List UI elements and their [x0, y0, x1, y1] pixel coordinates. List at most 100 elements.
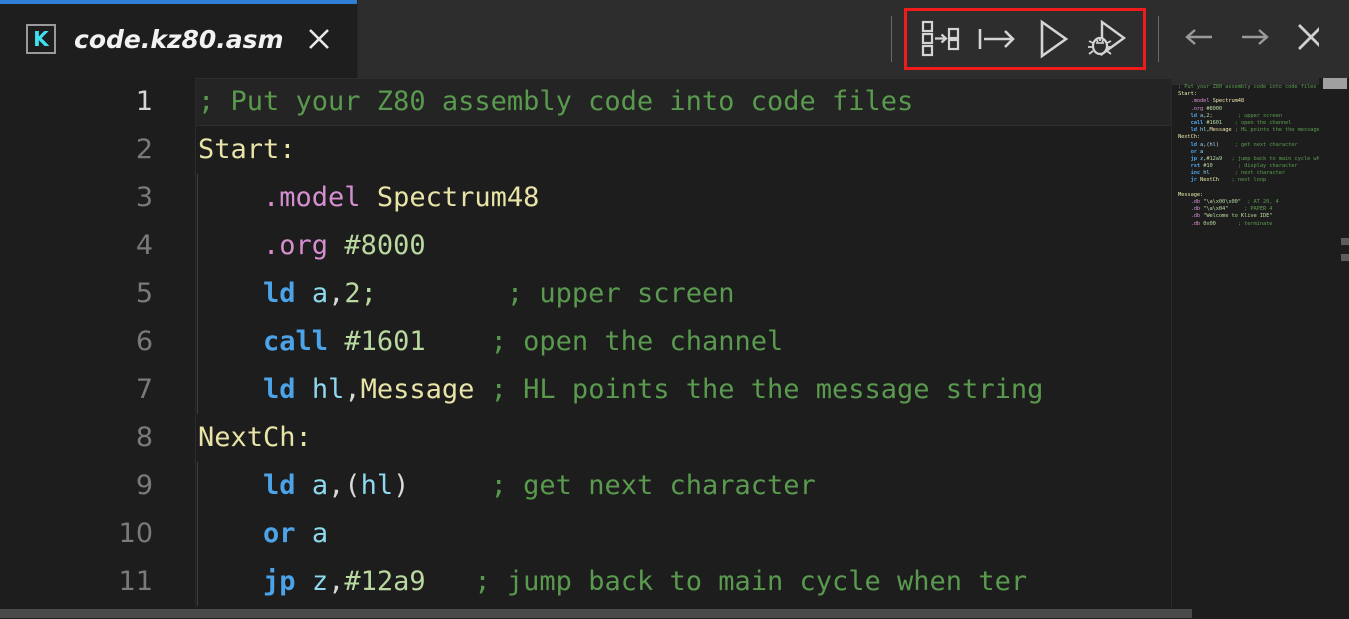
- minimap-token: ; next loop: [1231, 177, 1267, 184]
- minimap-line: jp z,#12a9 ; jump back to main cycle whe…: [1178, 156, 1319, 163]
- minimap-token: ; open the channel: [1234, 119, 1292, 126]
- minimap[interactable]: ; Put your Z80 assembly code into code f…: [1171, 78, 1319, 619]
- minimap-token: ; next character: [1234, 170, 1285, 177]
- vertical-scrollbar[interactable]: [1319, 78, 1349, 619]
- code-token: ; jump back to main cycle when ter: [474, 566, 1028, 597]
- arrow-left-icon: [1181, 23, 1217, 55]
- code-token: ,(: [328, 470, 361, 501]
- minimap-token: Message:: [1178, 191, 1204, 198]
- minimap-token: #1601: [1206, 119, 1223, 126]
- code-token: #8000: [344, 230, 426, 261]
- code-token: or: [263, 518, 296, 549]
- line-number: 1: [135, 86, 153, 117]
- indent-guide: [197, 222, 198, 270]
- code-token: a: [311, 518, 329, 549]
- minimap-token: NextCh:: [1178, 134, 1201, 141]
- minimap-line: [1178, 185, 1315, 192]
- minimap-line: call #1601 ; open the channel: [1178, 120, 1315, 127]
- code-token: hl: [360, 470, 394, 501]
- line-number-gutter: 1 2 3 4 5 6 7 8 9 10 11: [0, 78, 196, 619]
- indent-guide: [197, 558, 198, 606]
- scroll-overview-mark: [1341, 238, 1349, 245]
- minimap-token: #10: [1203, 163, 1213, 170]
- minimap-token: [1178, 113, 1191, 119]
- minimap-line: .db 0x00 ; terminate: [1178, 221, 1315, 228]
- code-token: z: [311, 566, 329, 597]
- horizontal-scrollbar[interactable]: [0, 608, 1319, 619]
- minimap-token: [1178, 163, 1191, 169]
- minimap-line: rst #10 ; display character: [1178, 163, 1315, 170]
- run-to-cursor-button[interactable]: [969, 14, 1025, 64]
- compile-icon: [920, 19, 962, 59]
- code-token: jp: [263, 566, 296, 597]
- code-token: Start:: [198, 134, 296, 165]
- code-token: #1601: [344, 326, 426, 357]
- back-button[interactable]: [1171, 14, 1227, 64]
- minimap-token: ; HL points the the message string: [1234, 127, 1319, 134]
- minimap-line: Start:: [1178, 91, 1315, 98]
- minimap-line: .model Spectrum48: [1178, 98, 1315, 105]
- minimap-token: [1178, 142, 1191, 148]
- minimap-token: "\a\x04": [1203, 206, 1229, 213]
- run-controls-group: [904, 8, 1146, 70]
- minimap-token: [1222, 156, 1231, 162]
- minimap-token: [1178, 213, 1191, 219]
- compile-button[interactable]: [913, 14, 969, 64]
- code-token: call: [263, 326, 329, 357]
- minimap-line: .db "\a\x04" ; PAPER 4: [1178, 206, 1315, 213]
- debug-button[interactable]: [1081, 14, 1137, 64]
- minimap-token: Start:: [1178, 91, 1197, 98]
- minimap-token: ; terminate: [1237, 220, 1273, 227]
- scroll-overview-mark: [1341, 254, 1349, 261]
- run-button[interactable]: [1025, 14, 1081, 64]
- code-token: ; upper screen: [506, 278, 735, 309]
- minimap-token: ; PAPER 4: [1244, 206, 1273, 213]
- tab-code-kz80-asm[interactable]: K code.kz80.asm: [0, 0, 358, 78]
- minimap-line: ld a,(hl) ; get next character: [1178, 142, 1315, 149]
- forward-button[interactable]: [1227, 14, 1283, 64]
- minimap-token: [1216, 221, 1238, 227]
- minimap-token: [1178, 149, 1191, 155]
- minimap-line: ; Put your Z80 assembly code into code f…: [1178, 84, 1317, 91]
- toolbar-divider-left: [891, 16, 892, 62]
- minimap-token: ; upper screen: [1237, 112, 1282, 119]
- line-number: 9: [135, 470, 153, 501]
- minimap-token: [1222, 120, 1235, 126]
- minimap-token: [1213, 163, 1238, 169]
- debug-bug-icon: [1086, 16, 1132, 62]
- toolbar-divider-right: [1158, 16, 1159, 62]
- code-editor[interactable]: 1 2 3 4 5 6 7 8 9 10 11 ; Put your Z80 assembly co…: [0, 78, 1349, 619]
- minimap-token: [1178, 127, 1191, 133]
- minimap-line: ld a,2; ; upper screen: [1178, 113, 1315, 120]
- line-number: 3: [135, 182, 153, 213]
- vertical-scrollbar-thumb[interactable]: [1323, 78, 1347, 89]
- minimap-line: ld hl,Message ; HL points the the messag…: [1178, 127, 1319, 134]
- minimap-token: inc: [1190, 170, 1201, 177]
- minimap-token: .db: [1190, 213, 1201, 220]
- code-token: .model: [263, 182, 361, 213]
- minimap-token: [1178, 206, 1191, 212]
- minimap-token: rst: [1190, 163, 1201, 170]
- minimap-token: [1178, 120, 1191, 126]
- indent-guide: [197, 366, 198, 414]
- minimap-token: [1178, 221, 1191, 227]
- code-token: Spectrum48: [376, 182, 540, 213]
- code-token: ; Put your Z80 assembly code into code f…: [198, 86, 914, 117]
- minimap-slider[interactable]: [1172, 78, 1319, 85]
- minimap-line: .db "\a\x00\x00" ; AT 20, 4: [1178, 199, 1315, 206]
- minimap-token: Spectrum48: [1212, 98, 1245, 105]
- horizontal-scrollbar-thumb[interactable]: [0, 609, 1192, 618]
- minimap-token: .model: [1190, 98, 1210, 105]
- tab-close-button[interactable]: [304, 24, 334, 54]
